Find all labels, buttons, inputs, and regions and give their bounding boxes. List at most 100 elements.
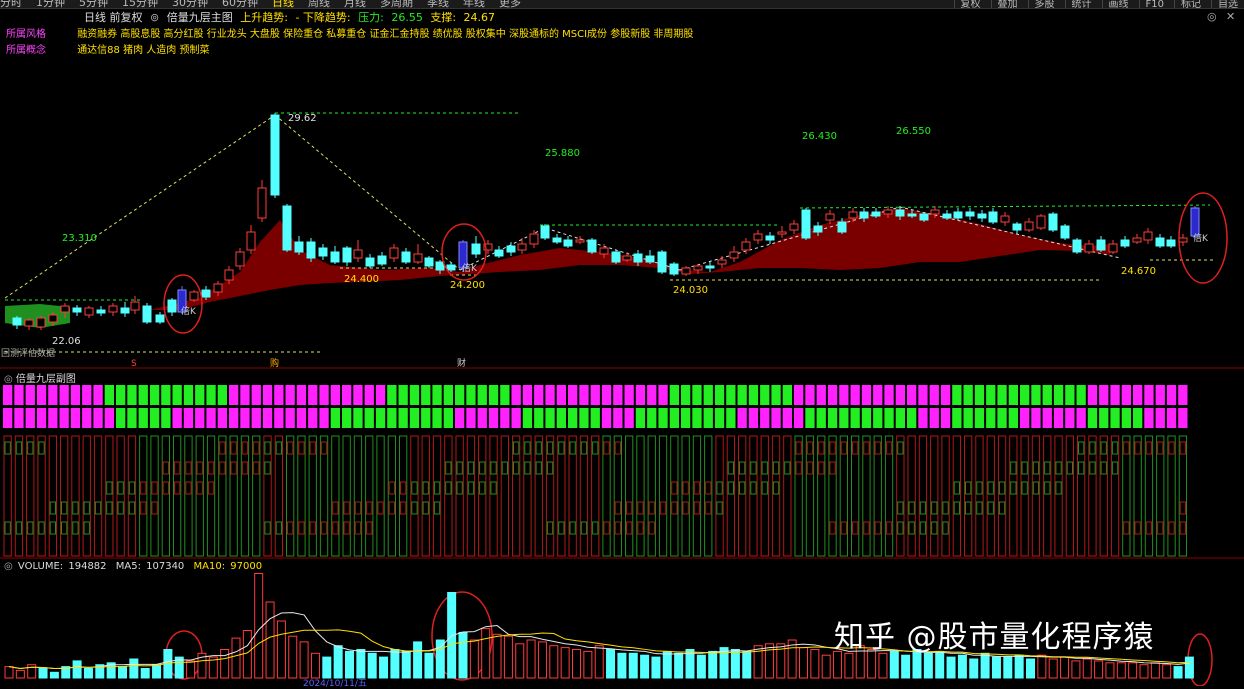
candle-body[interactable] [282,205,292,251]
sub-chart-menu-icon[interactable]: ◎ [4,374,13,385]
candle-body[interactable] [611,251,621,263]
candle-body[interactable] [1132,237,1142,243]
candle-body[interactable] [837,221,847,233]
candle-body[interactable] [599,247,609,255]
candle-body[interactable] [167,299,177,313]
candle-body[interactable] [1036,215,1046,229]
candle-body[interactable] [813,225,823,233]
candle-body[interactable] [120,307,130,314]
candle-body[interactable] [471,243,481,255]
candle-body[interactable] [552,237,562,243]
candle-body[interactable] [401,251,411,263]
candle-body[interactable] [988,211,998,223]
candle-body[interactable] [848,211,858,219]
candle-body[interactable] [318,247,328,257]
candle-body[interactable] [1096,239,1106,251]
candle-body[interactable] [1060,225,1070,239]
candle-body[interactable] [1024,221,1034,231]
candle-body[interactable] [1072,239,1082,253]
candle-body[interactable] [389,247,399,259]
candle-body[interactable] [1012,223,1022,231]
candle-body[interactable] [859,211,869,219]
candle-body[interactable] [669,263,679,275]
candle-body[interactable] [189,291,199,301]
candle-body[interactable] [84,307,94,316]
candle-body[interactable] [977,213,987,219]
candle-body[interactable] [753,233,763,241]
candle-body[interactable] [1166,239,1176,247]
candle-body[interactable] [965,211,975,217]
candle-body[interactable] [1048,213,1058,231]
candle-body[interactable] [201,289,211,298]
candle-body[interactable] [257,187,267,219]
candle-body[interactable] [24,319,34,327]
candle-body[interactable] [377,255,387,265]
candle-body[interactable] [919,213,929,221]
candle-body[interactable] [1178,237,1188,243]
candle-body[interactable] [930,209,940,215]
candle-body[interactable] [72,307,82,313]
candle-body[interactable] [1120,239,1130,247]
candle-body[interactable] [777,231,787,235]
candle-body[interactable] [540,225,550,239]
candle-body[interactable] [765,235,775,241]
candle-body[interactable] [693,265,703,271]
candle-body[interactable] [789,223,799,231]
candle-body[interactable] [953,211,963,219]
candle-body[interactable] [1143,231,1153,241]
candle-body[interactable] [12,317,22,326]
candle-body[interactable] [729,251,739,259]
candles[interactable] [12,113,1200,330]
candle-body[interactable] [587,239,597,253]
candle-body[interactable] [330,251,340,263]
kline-chart[interactable]: 29.62 22.06 23.310 24.400 24.200 25.880 … [0,0,1244,686]
candle-body[interactable] [529,233,539,245]
candle-body[interactable] [741,241,751,251]
candle-body[interactable] [681,267,691,275]
candle-body[interactable] [506,245,516,253]
candle-body[interactable] [96,309,106,314]
candle-body[interactable] [1108,243,1118,253]
candle-body[interactable] [633,253,643,263]
candle-body[interactable] [895,209,905,217]
candle-body[interactable] [1155,237,1165,247]
candle-body[interactable] [871,211,881,217]
candle-body[interactable] [435,261,445,271]
candle-body[interactable] [825,213,835,221]
candle-body[interactable] [306,241,316,259]
candle-body[interactable] [353,249,363,259]
sub-chart-grid[interactable] [3,385,1188,557]
candle-body[interactable] [645,255,655,263]
candle-body[interactable] [108,305,118,313]
candle-body[interactable] [1190,207,1200,237]
candle-body[interactable] [60,305,70,313]
candle-body[interactable] [270,114,280,196]
candle-body[interactable] [365,257,375,267]
candle-body[interactable] [446,264,456,271]
candle-body[interactable] [130,301,140,311]
candle-body[interactable] [294,241,304,253]
candle-body[interactable] [424,257,434,267]
candle-body[interactable] [622,255,632,261]
candle-body[interactable] [213,283,223,293]
candle-body[interactable] [563,239,573,247]
candle-body[interactable] [1000,215,1010,223]
candle-body[interactable] [517,243,527,251]
candle-body[interactable] [907,213,917,217]
candle-body[interactable] [705,265,715,269]
candle-body[interactable] [342,247,352,263]
candle-body[interactable] [575,239,585,243]
backtest-label[interactable]: 回测评估数据 [1,346,55,359]
candle-body[interactable] [235,251,245,267]
candle-body[interactable] [883,209,893,215]
candle-body[interactable] [801,209,811,239]
candle-body[interactable] [413,253,423,263]
candle-body[interactable] [657,251,667,273]
candle-body[interactable] [142,305,152,323]
candle-body[interactable] [224,269,234,281]
candle-body[interactable] [1084,243,1094,253]
candle-body[interactable] [155,314,165,323]
candle-body[interactable] [36,317,46,328]
candle-body[interactable] [717,259,727,265]
candle-body[interactable] [494,249,504,257]
